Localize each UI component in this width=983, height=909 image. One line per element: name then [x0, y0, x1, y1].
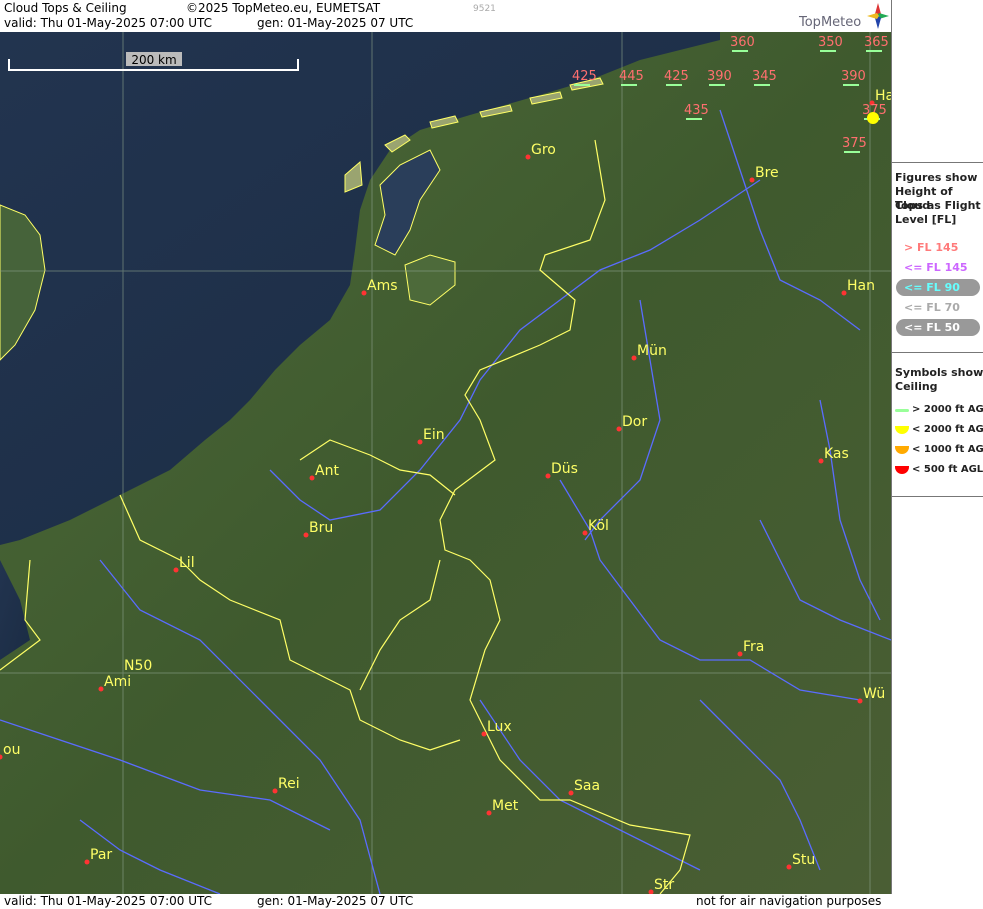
- footer: valid: Thu 01-May-2025 07:00 UTC gen: 01…: [0, 894, 983, 909]
- tops-legend-label: > FL 145: [904, 241, 959, 254]
- city-dot-icon: [303, 532, 309, 538]
- city-label: Ami: [104, 674, 131, 690]
- city-label: Saa: [574, 778, 600, 794]
- ceiling-symbol-icon: [895, 409, 909, 412]
- city-dot-icon: [417, 439, 423, 445]
- latitude-label: N50: [124, 658, 152, 674]
- city-dot-icon: [486, 810, 492, 816]
- city-label: ou: [3, 742, 20, 758]
- city-label: Kas: [824, 446, 849, 462]
- ceiling-legend-label: < 2000 ft AGL: [912, 424, 983, 435]
- legend-title-line: Tops as Flight: [895, 199, 981, 212]
- legend-title-line: Figures show: [895, 171, 978, 184]
- city-dot-icon: [272, 788, 278, 794]
- city-label: Wü: [863, 686, 885, 702]
- city-dot-icon: [857, 698, 863, 704]
- city-dot-icon: [568, 790, 574, 796]
- city-dot-icon: [582, 530, 588, 536]
- city-dot-icon: [173, 567, 179, 573]
- valid-time: valid: Thu 01-May-2025 07:00 UTC: [4, 16, 213, 30]
- flight-level-label: 365: [864, 35, 889, 50]
- city-dot-icon: [737, 651, 743, 657]
- city-dot-icon: [631, 355, 637, 361]
- city-label: Bru: [309, 520, 333, 536]
- legend-title-line: Level [FL]: [895, 213, 957, 226]
- city-dot-icon: [749, 177, 755, 183]
- city-label: Köl: [588, 518, 609, 534]
- city-label: Ams: [367, 278, 398, 294]
- flight-level-label: 425: [664, 69, 689, 84]
- tops-legend-label: <= FL 70: [904, 301, 960, 314]
- tops-legend-label: <= FL 145: [904, 261, 968, 274]
- city-label: Ant: [315, 463, 339, 479]
- city-dot-icon: [481, 731, 487, 737]
- city-label: Düs: [551, 461, 578, 477]
- header: Cloud Tops & Ceiling ©2025 TopMeteo.eu, …: [0, 0, 891, 32]
- city-label: Stu: [792, 852, 815, 868]
- disclaimer: not for air navigation purposes: [696, 894, 882, 908]
- scale-label: 200 km: [131, 53, 176, 67]
- gen-time: gen: 01-May-2025 07 UTC: [257, 16, 414, 30]
- city-label: Han: [847, 278, 875, 294]
- city-dot-icon: [309, 475, 315, 481]
- footer-valid-time: valid: Thu 01-May-2025 07:00 UTC: [4, 894, 213, 908]
- image-code: 9521: [473, 4, 496, 14]
- ceiling-legend-label: < 500 ft AGL: [912, 464, 983, 475]
- ceiling-legend-label: > 2000 ft AGL: [912, 404, 983, 415]
- city-label: Str: [654, 877, 674, 893]
- city-label: Mün: [637, 343, 667, 359]
- legend-panel: Figures show Height of Cloud Tops as Fligh…: [891, 0, 983, 894]
- flight-level-label: 360: [730, 35, 755, 50]
- ceiling-legend-label: < 1000 ft AGL: [912, 444, 983, 455]
- flight-level-label: 375: [842, 136, 867, 151]
- city-label: Rei: [278, 776, 300, 792]
- city-dot-icon: [98, 686, 104, 692]
- city-label: Gro: [531, 142, 556, 158]
- city-label: Ein: [423, 427, 445, 443]
- city-dot-icon: [818, 458, 824, 464]
- legend-title-line: Symbols show: [895, 366, 983, 379]
- brand-name: TopMeteo: [799, 15, 862, 30]
- city-label: Par: [90, 847, 112, 863]
- flight-level-label: 390: [841, 69, 866, 84]
- flight-level-label: 425: [572, 69, 597, 84]
- tops-legend-label: <= FL 50: [904, 321, 960, 334]
- footer-gen-time: gen: 01-May-2025 07 UTC: [257, 894, 414, 908]
- flight-level-label: 350: [818, 35, 843, 50]
- legend-title-line: Ceiling: [895, 380, 938, 393]
- city-dot-icon: [616, 426, 622, 432]
- tops-legend-label: <= FL 90: [904, 281, 960, 294]
- city-label: Bre: [755, 165, 779, 181]
- ceiling-symbol-icon: [867, 112, 879, 124]
- city-dot-icon: [84, 859, 90, 865]
- city-dot-icon: [786, 864, 792, 870]
- flight-level-label: 445: [619, 69, 644, 84]
- compass-logo-icon: [867, 3, 889, 29]
- city-dot-icon: [545, 473, 551, 479]
- city-label: Lil: [179, 555, 195, 571]
- flight-level-label: 435: [684, 103, 709, 118]
- ceiling-symbol-icon: [895, 446, 909, 454]
- city-label: Met: [492, 798, 519, 814]
- city-dot-icon: [841, 290, 847, 296]
- city-label: Dor: [622, 414, 647, 430]
- city-label: Fra: [743, 639, 764, 655]
- copyright: ©2025 TopMeteo.eu, EUMETSAT: [186, 1, 381, 15]
- city-dot-icon: [525, 154, 531, 160]
- city-dot-icon: [361, 290, 367, 296]
- flight-level-label: 345: [752, 69, 777, 84]
- city-label: Lux: [487, 719, 512, 735]
- ceiling-symbol-icon: [895, 426, 909, 434]
- product-title: Cloud Tops & Ceiling: [4, 1, 127, 15]
- satellite-map[interactable]: 200 km N50 Gro Bre Ams Han Mün Dor Ein Kas Ant Dü…: [0, 32, 891, 894]
- flight-level-label: 390: [707, 69, 732, 84]
- city-label: Ha: [875, 88, 891, 104]
- ceiling-symbol-icon: [895, 466, 909, 474]
